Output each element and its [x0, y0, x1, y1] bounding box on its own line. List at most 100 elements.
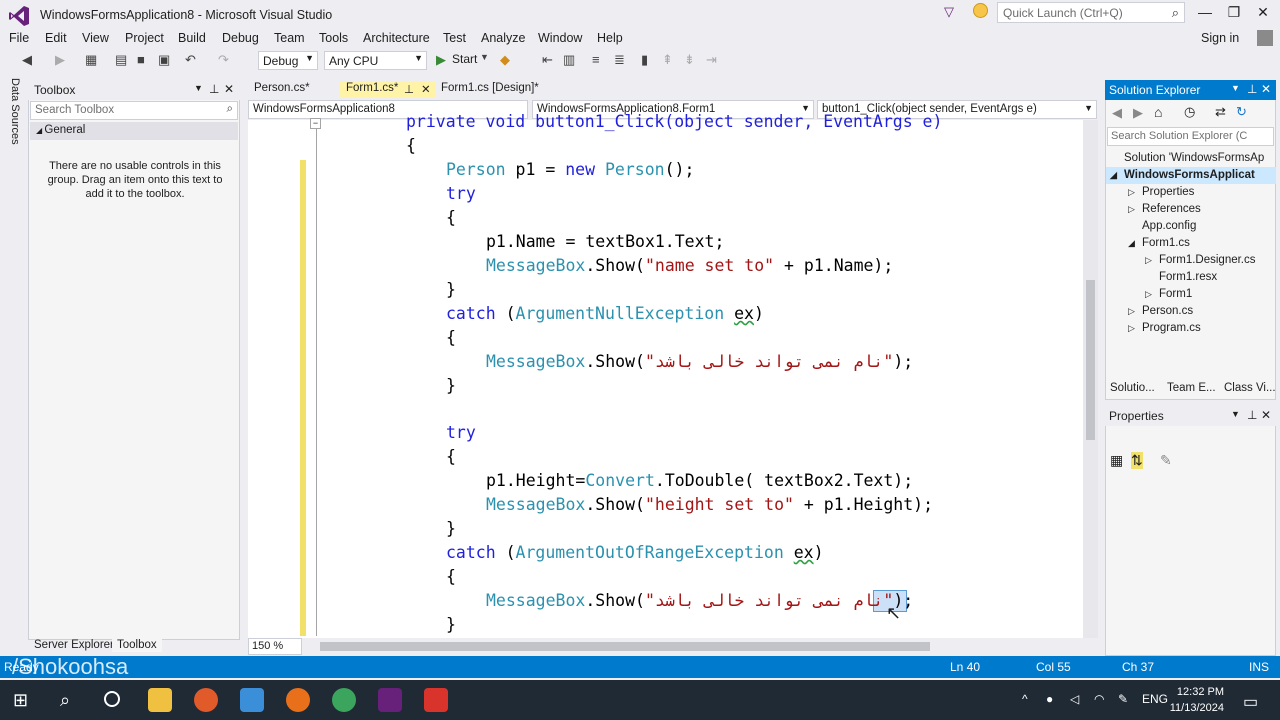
- sign-in-link[interactable]: Sign in: [1201, 31, 1239, 45]
- browser-link-icon[interactable]: ◆: [500, 52, 510, 68]
- back-icon[interactable]: ◀: [22, 52, 32, 68]
- close-window-button[interactable]: ✕: [1251, 4, 1275, 24]
- close-icon[interactable]: ✕: [224, 82, 234, 96]
- tab-team-explorer[interactable]: Team E...: [1163, 381, 1220, 395]
- uncomment-icon[interactable]: ≣: [614, 52, 625, 68]
- vertical-scroll-thumb[interactable]: [1086, 280, 1095, 440]
- tree-item-references[interactable]: ▷ References: [1128, 203, 1201, 215]
- start-play-icon[interactable]: ▶: [436, 52, 446, 68]
- windows-start-icon[interactable]: ⊞: [13, 690, 28, 711]
- menu-test[interactable]: Test: [443, 31, 466, 45]
- recorder-app-icon[interactable]: [424, 688, 448, 712]
- tree-item-solution[interactable]: Solution 'WindowsFormsAp: [1110, 152, 1264, 164]
- close-icon[interactable]: ✕: [1261, 408, 1271, 422]
- firefox-icon[interactable]: [286, 688, 310, 712]
- menu-team[interactable]: Team: [274, 31, 305, 45]
- toolbox-group-general[interactable]: ◢ General: [30, 122, 238, 140]
- save-all-icon[interactable]: ▣: [158, 52, 170, 68]
- clock-time[interactable]: 12:32 PM: [1176, 686, 1224, 698]
- tree-item-form1-resx[interactable]: Form1.resx: [1145, 271, 1217, 283]
- refresh-icon[interactable]: ↻: [1236, 104, 1247, 120]
- notifications-icon[interactable]: ▭: [1243, 692, 1258, 712]
- search-icon[interactable]: ⌕: [60, 690, 70, 711]
- close-icon[interactable]: ✕: [1261, 82, 1271, 96]
- tree-item-program-cs[interactable]: ▷ Program.cs: [1128, 322, 1201, 334]
- undo-icon[interactable]: ↶: [185, 52, 196, 68]
- pin-icon[interactable]: ⊥: [209, 82, 219, 96]
- menu-file[interactable]: File: [9, 31, 29, 45]
- toolbox-search-input[interactable]: Search Toolbox ⌕: [30, 101, 238, 120]
- save-icon[interactable]: ■: [137, 52, 145, 67]
- redo-icon[interactable]: ↷: [218, 52, 229, 68]
- new-project-icon[interactable]: ▦: [85, 52, 97, 68]
- collapse-icon[interactable]: −: [310, 118, 321, 129]
- menu-build[interactable]: Build: [178, 31, 206, 45]
- panel-menu-icon[interactable]: ▼: [1231, 409, 1240, 419]
- media-app-icon[interactable]: [194, 688, 218, 712]
- menu-view[interactable]: View: [82, 31, 109, 45]
- se-forward-icon[interactable]: ▶: [1133, 105, 1143, 121]
- tree-item-properties[interactable]: ▷ Properties: [1128, 186, 1194, 198]
- chrome-icon[interactable]: [332, 688, 356, 712]
- pin-icon[interactable]: ⊥: [1247, 82, 1257, 96]
- account-icon[interactable]: [1257, 30, 1273, 46]
- wifi-icon[interactable]: ◠: [1094, 692, 1104, 706]
- solution-search-input[interactable]: Search Solution Explorer (C: [1107, 127, 1274, 146]
- menu-architecture[interactable]: Architecture: [363, 31, 430, 45]
- tab-form1-design[interactable]: Form1.cs [Design]*: [435, 81, 545, 98]
- volume-icon[interactable]: ◁: [1070, 692, 1079, 706]
- tree-item-form1-class[interactable]: ▷ Form1: [1145, 288, 1192, 300]
- se-back-icon[interactable]: ◀: [1112, 105, 1122, 121]
- menu-tools[interactable]: Tools: [319, 31, 348, 45]
- maximize-button[interactable]: ❐: [1222, 4, 1246, 24]
- platform-select[interactable]: Any CPU ▼: [324, 51, 427, 70]
- solution-config-select[interactable]: Debug ▼: [258, 51, 318, 70]
- tab-class-view[interactable]: Class Vi...: [1220, 381, 1280, 395]
- minimize-button[interactable]: —: [1193, 4, 1217, 24]
- tree-item-app-config[interactable]: App.config: [1128, 220, 1196, 232]
- menu-window[interactable]: Window: [538, 31, 582, 45]
- next-bookmark-icon[interactable]: ⇟: [684, 52, 695, 68]
- bookmark-icon[interactable]: ▮: [641, 52, 648, 68]
- menu-analyze[interactable]: Analyze: [481, 31, 525, 45]
- feedback-smiley-icon[interactable]: [973, 3, 988, 18]
- prev-bookmark-icon[interactable]: ⇞: [662, 52, 673, 68]
- forward-icon[interactable]: ▶: [55, 52, 65, 68]
- tab-person-cs[interactable]: Person.cs*: [248, 81, 316, 98]
- file-explorer-icon[interactable]: [148, 688, 172, 712]
- tab-solution-explorer[interactable]: Solutio...: [1106, 381, 1159, 395]
- start-button[interactable]: Start: [452, 52, 477, 66]
- menu-edit[interactable]: Edit: [45, 31, 67, 45]
- alphabetical-icon[interactable]: ⇅: [1131, 452, 1143, 469]
- open-file-icon[interactable]: ▤: [115, 52, 127, 68]
- menu-help[interactable]: Help: [597, 31, 623, 45]
- pin-icon[interactable]: ⊥: [404, 82, 414, 96]
- tree-item-project[interactable]: ◢ WindowsFormsApplicat: [1110, 169, 1255, 181]
- menu-debug[interactable]: Debug: [222, 31, 259, 45]
- tray-chevron-icon[interactable]: ^: [1022, 692, 1028, 706]
- history-icon[interactable]: ◷: [1184, 104, 1195, 120]
- desktop-app-icon[interactable]: [240, 688, 264, 712]
- tree-item-person-cs[interactable]: ▷ Person.cs: [1128, 305, 1193, 317]
- step-icon[interactable]: ⇤: [542, 52, 553, 68]
- clear-bookmarks-icon[interactable]: ⇥: [706, 52, 717, 68]
- start-dropdown-icon[interactable]: ▼: [480, 52, 489, 62]
- panel-menu-icon[interactable]: ▼: [1231, 83, 1240, 93]
- data-sources-tab[interactable]: Data Sources: [3, 78, 21, 158]
- visual-studio-taskbar-icon[interactable]: [378, 688, 402, 712]
- panel-menu-icon[interactable]: ▼: [194, 83, 203, 93]
- microphone-icon[interactable]: ●: [1046, 692, 1053, 706]
- sync-icon[interactable]: ⇄: [1215, 104, 1226, 120]
- categorized-icon[interactable]: ▦: [1110, 452, 1123, 469]
- layout-icon[interactable]: ▥: [563, 52, 575, 68]
- close-tab-icon[interactable]: ✕: [421, 82, 431, 96]
- comment-icon[interactable]: ≡: [592, 52, 600, 67]
- tab-form1-cs[interactable]: Form1.cs* ⊥ ✕: [340, 81, 435, 98]
- quick-launch-input[interactable]: Quick Launch (Ctrl+Q) ⌕: [997, 2, 1185, 23]
- pin-icon[interactable]: ⊥: [1247, 408, 1257, 422]
- tree-item-form1-cs[interactable]: ◢ Form1.cs: [1128, 237, 1190, 249]
- clock-date[interactable]: 11/13/2024: [1162, 702, 1224, 714]
- tab-server-explorer[interactable]: Server Explorer: [29, 638, 119, 652]
- horizontal-scroll-thumb[interactable]: [320, 642, 930, 651]
- notification-filter-icon[interactable]: ▽: [944, 4, 954, 20]
